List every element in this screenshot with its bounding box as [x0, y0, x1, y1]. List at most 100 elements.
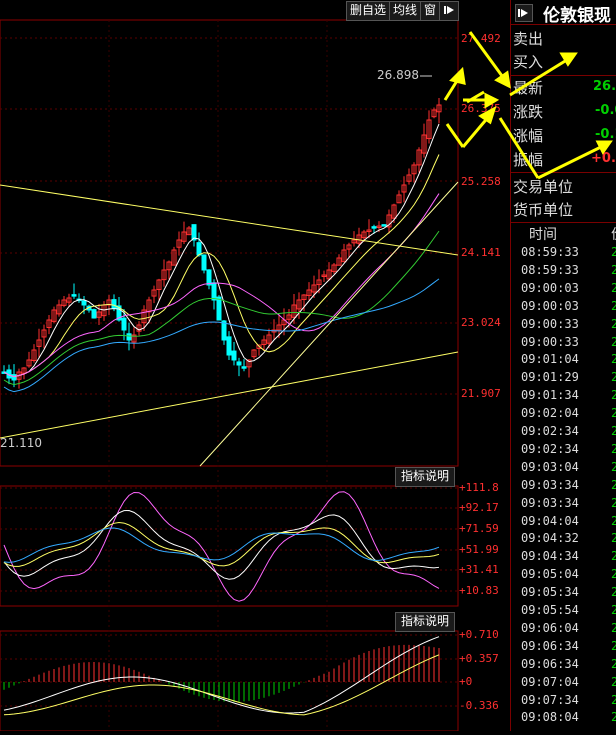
tick-price: 2	[611, 298, 616, 313]
candle-body	[121, 317, 127, 331]
indicator1-axis-label: +71.59	[459, 522, 499, 535]
candle-body	[381, 224, 387, 227]
tick-row: 09:05:54	[521, 603, 579, 617]
candle-body	[91, 309, 97, 319]
currency-unit-label: 货币单位	[513, 201, 574, 219]
tick-row: 09:00:03	[521, 280, 579, 295]
tick-row: 09:05:34	[521, 585, 579, 600]
tick-row: 09:07:04	[521, 674, 579, 689]
divider	[511, 75, 616, 76]
tick-price: 2	[611, 459, 616, 474]
tick-row: 08:59:33	[521, 245, 579, 259]
tick-row: 09:06:04	[521, 620, 579, 635]
candle-body	[126, 333, 132, 341]
change-label: 涨跌	[513, 103, 544, 121]
tick-price: 2	[611, 280, 616, 295]
price-axis-label: 21.907	[461, 387, 501, 400]
tick-price: 2	[611, 549, 616, 564]
candle-body	[81, 300, 87, 306]
tick-price: 2	[611, 245, 616, 259]
indicator1-axis-label: +111.8	[459, 481, 499, 494]
indicator2-axis-label: +0	[459, 675, 473, 688]
instrument-title: 伦敦银现	[543, 6, 611, 26]
tick-price: 2	[611, 370, 616, 385]
indicator2-axis-label: -0.336	[459, 699, 499, 712]
indicator2-axis-label: +0.710	[459, 628, 499, 641]
tick-row: 09:04:34	[521, 549, 579, 564]
tick-row: 09:03:34	[521, 477, 579, 492]
candle-body	[236, 361, 242, 366]
main-panel-frame	[0, 19, 459, 467]
indicator1-axis-label: +51.99	[459, 543, 499, 556]
trend-line	[199, 181, 459, 467]
play-icon[interactable]	[439, 1, 459, 21]
candle-body	[71, 294, 77, 297]
candle-body	[216, 296, 222, 321]
price-axis-label: 26.375	[461, 102, 501, 115]
buy-label: 买入	[513, 53, 544, 71]
candle-body	[206, 269, 212, 286]
tick-row: 09:01:29	[521, 370, 579, 385]
play-icon[interactable]	[515, 4, 533, 22]
high-price-marker: 26.898	[377, 68, 419, 82]
tick-price: 2	[611, 406, 616, 421]
tick-price: 2	[611, 424, 616, 438]
tick-price: 2	[611, 531, 616, 546]
amplitude-value: +0.7	[591, 151, 616, 166]
low-price-marker: 21.110	[0, 436, 42, 450]
tick-row: 09:03:04	[521, 459, 579, 474]
indicator1-axis-label: +10.83	[459, 584, 499, 597]
divider	[511, 172, 616, 173]
tick-price: 2	[611, 638, 616, 653]
candle-body	[201, 254, 207, 271]
change-pct-value: -0.1	[595, 127, 616, 142]
change-pct-label: 涨幅	[513, 127, 544, 145]
candle-body	[241, 366, 247, 369]
trend-line	[0, 351, 459, 439]
window-button[interactable]: 窗	[420, 1, 440, 21]
quote-header: 伦敦银现	[511, 0, 616, 26]
tick-price: 2	[611, 334, 616, 349]
price-header: 价	[611, 224, 616, 244]
tick-row: 09:02:34	[521, 441, 579, 456]
tick-row: 09:08:04	[521, 710, 579, 725]
tick-row: 08:59:33	[521, 262, 579, 277]
tick-price: 2	[611, 656, 616, 671]
tick-price: 2	[611, 388, 616, 403]
indicator1-frame	[0, 485, 459, 607]
tick-price: 2	[611, 567, 616, 582]
last-value: 26.4	[593, 79, 616, 94]
tick-row: 09:04:04	[521, 513, 579, 528]
indicator-help-button[interactable]: 指标说明	[395, 467, 455, 487]
tick-price: 2	[611, 513, 616, 528]
candle-body	[231, 350, 237, 361]
amplitude-label: 振幅	[513, 151, 544, 169]
tick-row: 09:01:34	[521, 388, 579, 403]
sell-label: 卖出	[513, 30, 544, 48]
price-axis-label: 25.258	[461, 175, 501, 188]
delete-favorite-button[interactable]: 删自选	[346, 1, 390, 21]
indicator1-k-line	[3, 510, 440, 580]
tick-price: 2	[611, 441, 616, 456]
tick-price: 2	[611, 674, 616, 689]
tick-row: 09:03:34	[521, 495, 579, 510]
indicator-help-button[interactable]: 指标说明	[395, 612, 455, 632]
ma10-line	[3, 154, 440, 378]
tick-row: 09:02:34	[521, 424, 579, 438]
tick-row: 09:04:32	[521, 531, 579, 546]
change-value: -0.0	[595, 103, 616, 118]
quote-panel: 伦敦银现 卖出 买入 最新 26.4 涨跌 -0.0 涨幅 -0.1 振幅 +0…	[510, 0, 616, 731]
trade-unit-label: 交易单位	[513, 178, 574, 196]
divider	[511, 222, 616, 223]
tick-row: 09:00:33	[521, 316, 579, 331]
time-header: 时间	[529, 227, 557, 243]
moving-average-button[interactable]: 均线	[389, 1, 421, 21]
tick-row: 09:06:34	[521, 656, 579, 671]
tick-row: 09:07:34	[521, 692, 579, 707]
tick-row: 09:00:33	[521, 334, 579, 349]
indicator1-axis-label: +31.41	[459, 563, 499, 576]
candle-body	[371, 226, 377, 229]
last-label: 最新	[513, 79, 544, 97]
tick-price: 2	[611, 620, 616, 635]
tick-price: 2	[611, 603, 616, 617]
